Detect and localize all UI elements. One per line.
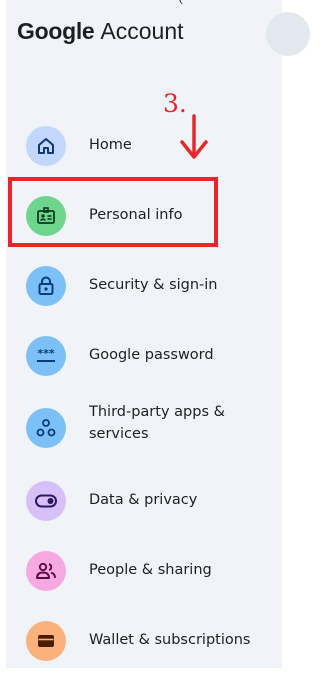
avatar[interactable] (266, 12, 310, 56)
brand-google: Google (17, 18, 95, 44)
sidebar-panel: ( Google Account Home (6, 0, 310, 671)
lock-icon (26, 266, 66, 306)
sidebar-item-label: Home (89, 137, 132, 153)
sidebar-item-label: Google password (89, 347, 214, 363)
google-account-logo[interactable]: Google Account (17, 18, 184, 54)
sidebar-item-label-line2: services (89, 426, 149, 442)
brand-account: Account (100, 18, 184, 44)
home-icon (26, 126, 66, 166)
sidebar-item-label: Security & sign-in (89, 277, 218, 293)
svg-text:***: *** (37, 347, 55, 360)
wallet-icon (26, 621, 66, 661)
sidebar-item-label-line1: Third-party apps & (89, 404, 225, 420)
sidebar-item-home[interactable]: Home (6, 116, 282, 176)
sidebar-item-label: Wallet & subscriptions (89, 632, 251, 648)
highlight-box-annotation (8, 177, 218, 247)
sidebar-item-third-party-apps[interactable]: Third-party apps & services (6, 391, 282, 461)
sidebar-item-security[interactable]: Security & sign-in (6, 256, 282, 316)
sidebar-item-data-privacy[interactable]: Data & privacy (6, 471, 282, 531)
connected-apps-icon (26, 408, 66, 448)
people-icon (26, 551, 66, 591)
sidebar-item-people-sharing[interactable]: People & sharing (6, 541, 282, 601)
password-icon: *** (26, 336, 66, 376)
toggle-icon (26, 481, 66, 521)
sidebar-item-label: Data & privacy (89, 492, 198, 508)
sidebar-item-google-password[interactable]: *** Google password (6, 326, 282, 386)
cropped-text-fragment: ( (178, 0, 183, 6)
sidebar-item-label: People & sharing (89, 562, 212, 578)
down-arrow-icon (180, 114, 208, 159)
sidebar-item-wallet-subscriptions[interactable]: Wallet & subscriptions (6, 611, 282, 671)
